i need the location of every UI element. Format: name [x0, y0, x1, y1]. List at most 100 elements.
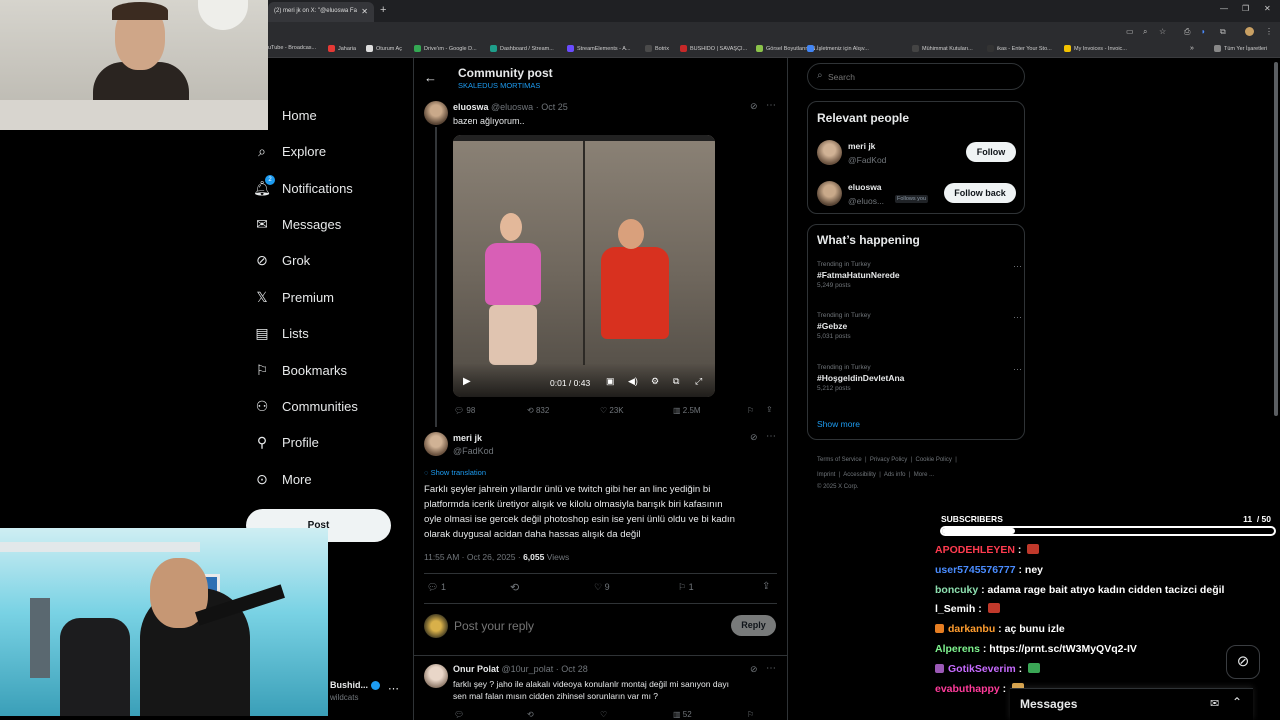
avatar[interactable]	[817, 140, 842, 165]
nav-notifications[interactable]: 🔔︎ 2 Notifications	[253, 175, 353, 198]
cast-icon[interactable]: ▭	[1126, 27, 1134, 36]
bookmark-action[interactable]: ⚐ 1	[678, 582, 694, 593]
fullscreen-icon[interactable]: ⤢	[695, 376, 702, 387]
messages-dock[interactable]: Messages ✉ ⌃	[1010, 688, 1253, 720]
play-icon[interactable]: ▶	[463, 376, 471, 387]
new-message-icon[interactable]: ✉	[1210, 697, 1219, 710]
more-icon[interactable]: ⋯	[766, 431, 776, 442]
bookmark-item[interactable]: ikas - Enter Your Sto...	[987, 45, 1052, 52]
bookmark-item[interactable]: Mühimmat Kutuları...	[912, 45, 973, 52]
reply-button[interactable]: Reply	[731, 615, 776, 636]
share-icon[interactable]: ⇪	[762, 581, 770, 592]
footer-link[interactable]: Accessibility	[843, 472, 876, 478]
reply-icon[interactable]: 💬︎	[454, 710, 464, 719]
footer-link[interactable]: Ads info	[884, 472, 906, 478]
author-name[interactable]: Onur Polat	[453, 664, 499, 674]
person-name[interactable]: eluoswa	[848, 182, 882, 192]
community-link[interactable]: SKALEDUS MORTIMAS	[458, 81, 540, 90]
captions-icon[interactable]: ▣	[606, 376, 615, 387]
grok-icon[interactable]: ⊘	[750, 664, 758, 675]
video-player[interactable]: ▶ 0:01 / 0:43 ▣ ◀) ⚙ ⧉ ⤢	[453, 135, 715, 397]
more-bookmarks-icon[interactable]: »	[1190, 45, 1194, 52]
grok-icon[interactable]: ⊘	[750, 432, 758, 443]
more-icon[interactable]: ⋯	[766, 663, 776, 674]
all-bookmarks[interactable]: Tüm Yer İşaretleri	[1214, 45, 1267, 52]
bookmark-item[interactable]: Botrix	[645, 45, 669, 52]
reply-input[interactable]	[454, 617, 714, 635]
retweet-icon[interactable]: ⟲	[527, 710, 534, 719]
trend-item[interactable]: Trending in Turkey #HoşgeldinDevletAna 5…	[817, 364, 1022, 404]
close-window-icon[interactable]: ✕	[1264, 4, 1271, 13]
like-action[interactable]: ♡ 23K	[600, 406, 624, 415]
menu-icon[interactable]: ⋮	[1265, 27, 1273, 36]
retweet-action[interactable]: ⟲ 832	[527, 406, 549, 415]
footer-link[interactable]: Terms of Service	[817, 457, 862, 463]
heart-icon[interactable]: ♡	[600, 710, 607, 719]
bookmark-item[interactable]: Drive'ım - Google D...	[414, 45, 477, 52]
trend-more-icon[interactable]: ⋯	[1013, 312, 1022, 323]
retweet-icon[interactable]: ⟲	[510, 581, 519, 594]
minimize-icon[interactable]: —	[1220, 4, 1228, 13]
avatar[interactable]	[424, 432, 448, 456]
grok-icon[interactable]: ⊘	[750, 101, 758, 112]
trend-more-icon[interactable]: ⋯	[1013, 261, 1022, 272]
bookmark-icon[interactable]: ⚐	[747, 710, 754, 719]
scrollbar-thumb[interactable]	[1274, 62, 1278, 416]
bookmark-item[interactable]: My Invoices - Invoic...	[1064, 45, 1127, 52]
bookmark-icon[interactable]: ⚐	[747, 406, 754, 415]
reply-action[interactable]: 💬︎ 1	[427, 582, 446, 593]
bookmark-item[interactable]: BUSHIDO | SAVAŞÇI...	[680, 45, 747, 52]
author-name[interactable]: meri jk	[453, 433, 482, 443]
grok-float-icon[interactable]: ⊘	[1226, 645, 1260, 679]
views-action[interactable]: ▥ 52	[673, 710, 692, 719]
reply-action[interactable]: 💬︎ 98	[454, 406, 475, 415]
bookmark-item[interactable]: Dashboard / Stream...	[490, 45, 554, 52]
tweet-date[interactable]: Oct 28	[561, 664, 588, 674]
search-box[interactable]: ⌕	[807, 63, 1025, 90]
tab-close-icon[interactable]: ✕	[361, 7, 368, 16]
new-tab-icon[interactable]: +	[380, 4, 386, 16]
bookmark-item[interactable]: StreamElements - A...	[567, 45, 631, 52]
nav-messages[interactable]: ✉ Messages	[254, 214, 341, 234]
trend-item[interactable]: Trending in Turkey #FatmaHatunNerede 5,2…	[817, 261, 1022, 301]
search-input[interactable]	[828, 70, 1008, 83]
zoom-icon[interactable]: ⌕	[1143, 27, 1147, 37]
my-avatar[interactable]	[424, 614, 448, 638]
extension-icon[interactable]: ◗	[1201, 27, 1206, 36]
back-arrow-icon[interactable]: ←	[424, 70, 437, 85]
author-handle[interactable]: @10ur_polat	[502, 664, 554, 674]
author-handle[interactable]: @FadKod	[453, 446, 494, 456]
nav-profile[interactable]: ⚲ Profile	[254, 432, 319, 452]
person-handle[interactable]: @eluos...	[848, 196, 884, 206]
share-icon[interactable]: ⇪	[766, 405, 773, 414]
volume-icon[interactable]: ◀)	[628, 376, 638, 387]
show-more-link[interactable]: Show more	[817, 419, 860, 429]
nav-explore[interactable]: ⌕ Explore	[254, 141, 326, 161]
person-handle[interactable]: @FadKod	[848, 155, 886, 165]
bookmark-item[interactable]: Oturum Aç	[366, 45, 402, 52]
puzzle-icon[interactable]: ⧉	[1220, 27, 1226, 37]
follow-back-button[interactable]: Follow back	[944, 183, 1016, 203]
footer-link[interactable]: Imprint	[817, 472, 835, 478]
profile-avatar-icon[interactable]	[1245, 27, 1254, 36]
account-more-icon[interactable]: ⋯	[388, 682, 399, 695]
views-action[interactable]: ▥ 2.5M	[673, 406, 701, 415]
pip-icon[interactable]: ⧉	[673, 376, 679, 387]
author-handle[interactable]: @eluoswa	[491, 102, 533, 112]
avatar[interactable]	[424, 101, 448, 125]
show-translation-link[interactable]: ◌ Show translation	[424, 468, 486, 477]
bookmark-item[interactable]: İşletmeniz için Alışv...	[807, 45, 869, 52]
browser-tab[interactable]: (2) meri jk on X: "@eluoswa Fa ✕	[268, 2, 374, 22]
bookmark-item[interactable]: uTube - Broadcas...	[268, 45, 316, 51]
nav-more[interactable]: ⊙ More	[254, 469, 312, 489]
nav-grok[interactable]: ⊘ Grok	[254, 250, 310, 270]
star-icon[interactable]: ☆	[1159, 27, 1166, 36]
settings-icon[interactable]: ⚙	[651, 376, 659, 387]
nav-communities[interactable]: ⚇ Communities	[254, 396, 358, 416]
more-icon[interactable]: ⋯	[766, 100, 776, 111]
follow-button[interactable]: Follow	[966, 142, 1016, 162]
avatar[interactable]	[424, 664, 448, 688]
nav-lists[interactable]: ▤ Lists	[254, 323, 308, 343]
timestamp-text[interactable]: 11:55 AM · Oct 26, 2025 ·	[424, 552, 523, 562]
trend-more-icon[interactable]: ⋯	[1013, 364, 1022, 375]
